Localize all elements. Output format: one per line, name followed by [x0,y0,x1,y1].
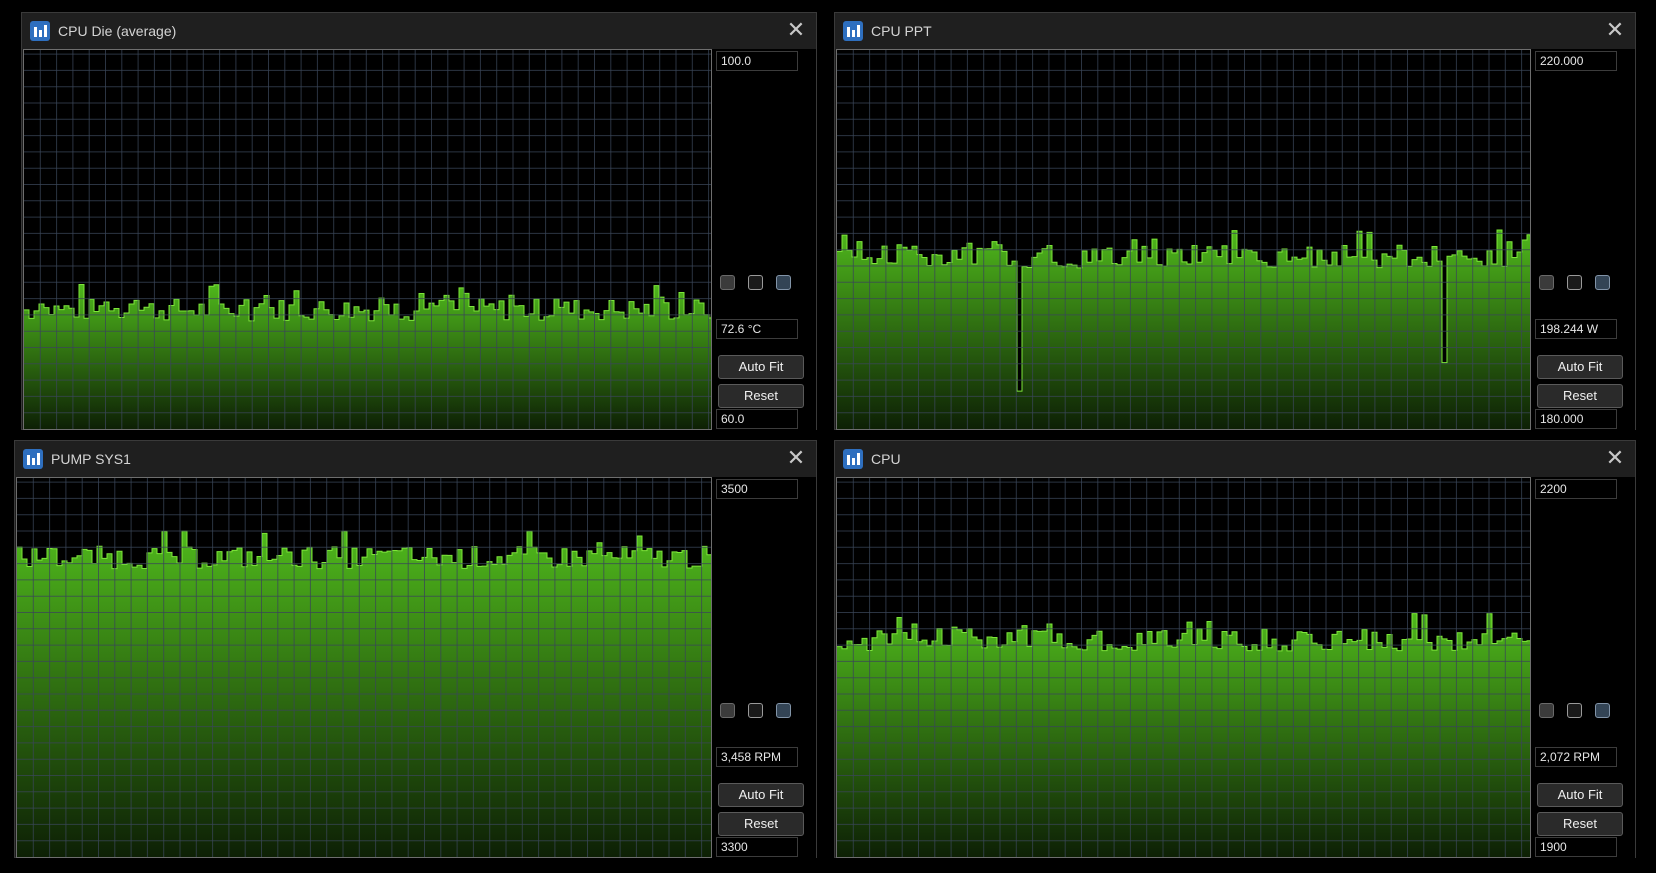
reset-button[interactable]: Reset [718,812,804,836]
title-bar[interactable]: CPU ✕ [835,441,1635,477]
reset-button[interactable]: Reset [718,384,804,408]
max-value-field[interactable]: 100.0 [716,51,798,71]
auto-fit-button[interactable]: Auto Fit [1537,783,1623,807]
title-bar[interactable]: CPU Die (average) ✕ [22,13,816,49]
close-icon[interactable]: ✕ [786,448,806,470]
close-icon[interactable]: ✕ [1605,448,1625,470]
current-value-field: 72.6 °C [716,319,798,339]
graph-plot [836,49,1531,430]
toggle-line-button[interactable] [1567,703,1582,718]
toggle-fill-button[interactable] [1595,275,1610,290]
toggle-line-button[interactable] [1567,275,1582,290]
window-title: CPU [871,451,901,467]
graph-window-cpu-die: CPU Die (average) ✕ 100.0 72.6 °C Auto F… [21,12,817,430]
toggle-grid-button[interactable] [1539,703,1554,718]
graph-window-pump-sys1: PUMP SYS1 ✕ 3500 3,458 RPM Auto Fit Rese… [14,440,817,858]
graph-window-cpu-fan: CPU ✕ 2200 2,072 RPM Auto Fit Reset 1900 [834,440,1636,858]
toggle-grid-button[interactable] [1539,275,1554,290]
hwinfo-graph-icon [843,449,863,469]
graph-svg [837,50,1530,429]
hwinfo-graph-icon [30,21,50,41]
graph-window-cpu-ppt: CPU PPT ✕ 220.000 198.244 W Auto Fit Res… [834,12,1636,430]
toggle-line-button[interactable] [748,275,763,290]
window-title: CPU Die (average) [58,23,177,39]
current-value-field: 3,458 RPM [716,747,798,767]
min-value-field[interactable]: 60.0 [716,409,798,429]
graph-area [837,230,1530,429]
graph-svg [17,478,711,857]
auto-fit-button[interactable]: Auto Fit [718,783,804,807]
min-value-field[interactable]: 3300 [716,837,798,857]
toggle-grid-button[interactable] [720,703,735,718]
reset-button[interactable]: Reset [1537,812,1623,836]
current-value-field: 2,072 RPM [1535,747,1617,767]
close-icon[interactable]: ✕ [1605,20,1625,42]
hwinfo-graph-icon [23,449,43,469]
min-value-field[interactable]: 180.000 [1535,409,1617,429]
graph-area [24,284,711,429]
toggle-fill-button[interactable] [776,703,791,718]
current-value-field: 198.244 W [1535,319,1617,339]
graph-area [837,613,1530,857]
graph-plot [16,477,712,858]
max-value-field[interactable]: 220.000 [1535,51,1617,71]
hwinfo-graph-icon [843,21,863,41]
close-icon[interactable]: ✕ [786,20,806,42]
title-bar[interactable]: CPU PPT ✕ [835,13,1635,49]
toggle-line-button[interactable] [748,703,763,718]
toggle-fill-button[interactable] [776,275,791,290]
graph-svg [24,50,711,429]
window-title: PUMP SYS1 [51,451,131,467]
max-value-field[interactable]: 3500 [716,479,798,499]
min-value-field[interactable]: 1900 [1535,837,1617,857]
window-title: CPU PPT [871,23,932,39]
title-bar[interactable]: PUMP SYS1 ✕ [15,441,816,477]
toggle-fill-button[interactable] [1595,703,1610,718]
reset-button[interactable]: Reset [1537,384,1623,408]
max-value-field[interactable]: 2200 [1535,479,1617,499]
auto-fit-button[interactable]: Auto Fit [718,355,804,379]
graph-svg [837,478,1530,857]
toggle-grid-button[interactable] [720,275,735,290]
graph-plot [836,477,1531,858]
graph-plot [23,49,712,430]
auto-fit-button[interactable]: Auto Fit [1537,355,1623,379]
